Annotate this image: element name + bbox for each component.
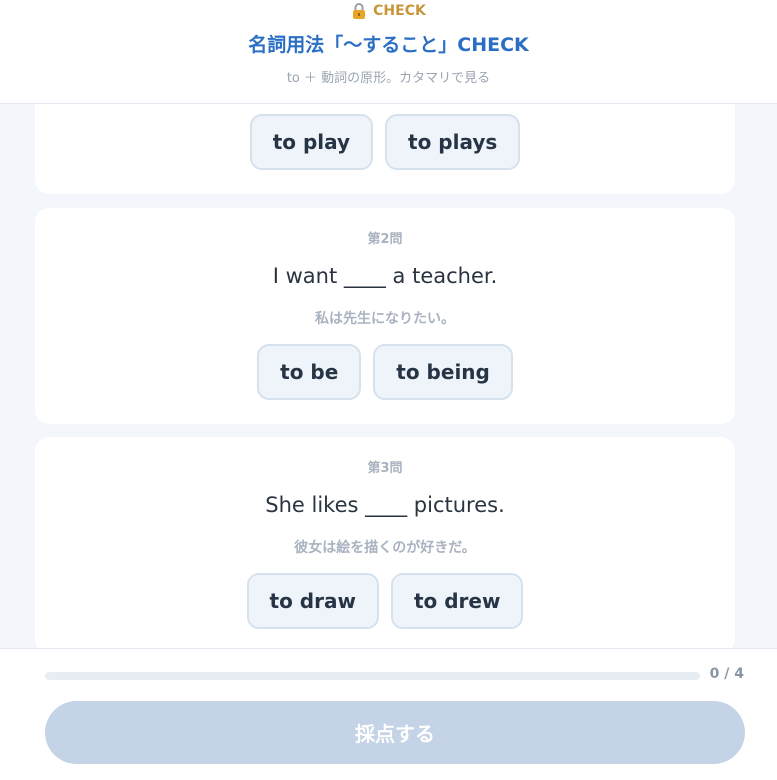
question-card-3: 第3問 She likes ____ pictures. 彼女は絵を描くのが好き… bbox=[35, 437, 735, 648]
submit-button[interactable]: 採点する bbox=[45, 701, 745, 764]
answer-options: to be to being bbox=[35, 344, 735, 400]
option-button[interactable]: to be bbox=[257, 344, 362, 400]
question-sentence: I want ____ a teacher. bbox=[272, 264, 498, 288]
answer-options: to play to plays bbox=[35, 114, 735, 170]
question-translation: 私は先生になりたい。 bbox=[315, 311, 455, 327]
option-button[interactable]: to plays bbox=[385, 114, 521, 170]
lock-icon bbox=[351, 2, 367, 20]
question-card-1: to play to plays bbox=[35, 104, 735, 194]
answer-options: to draw to drew bbox=[35, 573, 735, 629]
option-button[interactable]: to play bbox=[249, 114, 374, 170]
question-list[interactable]: to play to plays 第2問 I want ____ a teach… bbox=[0, 104, 777, 648]
question-sentence: She likes ____ pictures. bbox=[265, 493, 505, 517]
question-translation: 彼女は絵を描くのが好きだ。 bbox=[294, 540, 476, 556]
option-button[interactable]: to drew bbox=[390, 573, 524, 629]
question-number: 第2問 bbox=[367, 232, 403, 247]
progress-counter: 0 / 4 bbox=[709, 666, 744, 682]
check-badge: CHECK bbox=[0, 2, 777, 20]
question-card-2: 第2問 I want ____ a teacher. 私は先生になりたい。 to… bbox=[35, 208, 735, 424]
footer-bar: 0 / 4 採点する bbox=[0, 648, 777, 780]
progress-bar bbox=[45, 672, 700, 680]
question-number: 第3問 bbox=[367, 461, 403, 476]
page-header: CHECK 名詞用法「〜すること」CHECK to ＋ 動詞の原形。カタマリで見… bbox=[0, 0, 777, 104]
badge-label: CHECK bbox=[373, 3, 426, 19]
option-button[interactable]: to draw bbox=[246, 573, 379, 629]
page-title: 名詞用法「〜すること」CHECK bbox=[248, 34, 529, 56]
option-button[interactable]: to being bbox=[373, 344, 513, 400]
page-subtitle: to ＋ 動詞の原形。カタマリで見る bbox=[286, 71, 491, 86]
